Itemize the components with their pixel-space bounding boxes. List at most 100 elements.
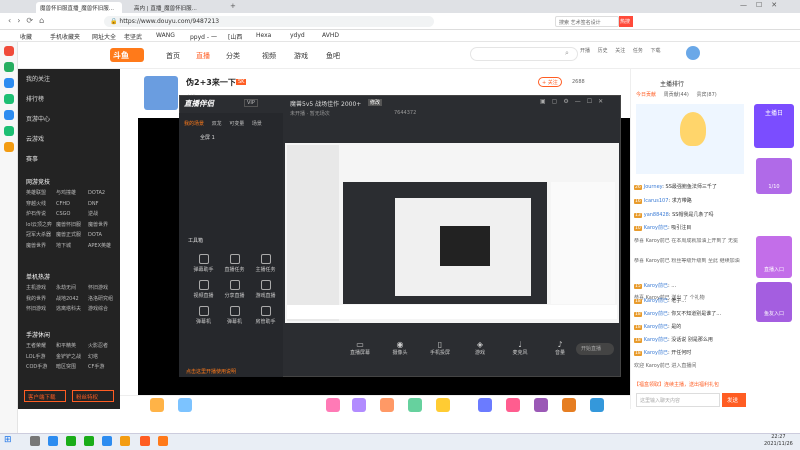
gift-icon[interactable] [380, 398, 394, 412]
phone-cast-button[interactable]: ▯ 手机投屏 [420, 340, 460, 356]
app-icon[interactable] [4, 78, 14, 88]
category-link[interactable]: 幻塔 [88, 354, 98, 360]
chat-user[interactable]: yan88428 [644, 212, 669, 218]
gift-icon[interactable] [178, 398, 192, 412]
follow-button[interactable]: + 关注 [538, 77, 562, 87]
chat-user[interactable]: Karoy前已 [644, 311, 668, 317]
system-clock[interactable]: 22:27 2021/11/26 [764, 434, 793, 448]
category-link[interactable]: DNF [88, 201, 98, 207]
bookmark-item[interactable]: 手机收藏夹 [50, 32, 80, 41]
app-icon[interactable] [4, 110, 14, 120]
category-link[interactable]: 地下城 [56, 241, 88, 252]
tool-tile[interactable]: 弹幕助手 [188, 252, 219, 278]
progress-promo[interactable]: 1/10 [756, 158, 792, 194]
category-link[interactable]: 逃离塔科夫 [56, 304, 88, 315]
category-link[interactable]: 逆战 [88, 211, 98, 217]
tool-tile[interactable]: 视频直播 [188, 278, 219, 304]
douyu-taskbar-icon[interactable] [140, 436, 150, 446]
bookmark-item[interactable]: [山西 [228, 32, 242, 41]
start-stream-button[interactable]: 开始直播 [576, 343, 614, 355]
nav-home[interactable]: 首页 [166, 51, 180, 61]
app-taskbar-icon[interactable] [102, 436, 112, 446]
tool-tile[interactable]: 主播任务 [250, 252, 281, 278]
category-link[interactable]: 永劫无间 [56, 283, 88, 294]
scene-tab[interactable]: 场景 [252, 121, 262, 127]
gift-icon[interactable] [436, 398, 450, 412]
chat-user[interactable]: Karoy前已 [644, 350, 668, 356]
anchor-day-promo[interactable]: 主播日 [754, 104, 794, 148]
gift-icon[interactable] [590, 398, 604, 412]
sidebar-item-ranking[interactable]: 排行榜 [26, 94, 44, 103]
category-link[interactable]: 炉石传说 [26, 209, 56, 220]
search-button[interactable]: 热搜 [619, 16, 633, 27]
anchor-avatar[interactable] [144, 76, 178, 110]
action-download[interactable]: 下载 [650, 48, 660, 54]
new-tab-button[interactable]: + [230, 2, 236, 10]
category-link[interactable]: 英雄联盟 [26, 188, 56, 199]
tool-tile[interactable]: 分享直播 [219, 278, 250, 304]
sidebar-item-match[interactable]: 赛事 [26, 154, 38, 163]
category-link[interactable]: lol云顶之弈 [26, 220, 56, 231]
bookmark-item[interactable]: ppyd - 一 [190, 32, 217, 41]
url-field[interactable]: 🔒 https://www.douyu.com/9487213 [104, 16, 434, 27]
category-link[interactable]: CSGO [56, 209, 88, 220]
gift-icon[interactable] [150, 398, 164, 412]
category-link[interactable]: 魔兽正式服 [56, 230, 88, 241]
tool-tile[interactable]: 游戏直播 [250, 278, 281, 304]
app-icon[interactable] [4, 126, 14, 136]
sidebar-item-webgame[interactable]: 页游中心 [26, 114, 50, 123]
app-icon[interactable] [4, 94, 14, 104]
category-link[interactable]: 魔兽世界 [26, 241, 56, 252]
chat-user[interactable]: 欢迎 Karoy前已 [634, 363, 670, 369]
scene-tab[interactable]: 我的场景 [184, 121, 204, 127]
douyu-logo[interactable]: 斗鱼 [110, 48, 144, 62]
volume-button[interactable]: ♪ 音量 [540, 340, 580, 356]
app-icon[interactable] [4, 142, 14, 152]
nav-buttons[interactable]: ‹›⟳⌂ [8, 16, 50, 25]
chat-input[interactable]: 这里输入聊天内容 [636, 393, 720, 407]
category-link[interactable]: CF手游 [88, 364, 104, 370]
fan-entrance-promo[interactable]: 鱼友入口 [756, 282, 792, 322]
contribution-tab[interactable]: 贵宾(87) [696, 92, 716, 98]
tool-tile[interactable]: 房管助手 [250, 304, 281, 330]
edit-title-button[interactable]: 修改 [368, 99, 383, 106]
action-follow[interactable]: 关注 [615, 48, 625, 54]
chat-user[interactable]: 恭喜 Karoy前已 [634, 258, 670, 264]
window-controls[interactable]: —☐✕ [740, 1, 786, 9]
chat-user[interactable]: Karoy前已 [644, 298, 668, 304]
category-link[interactable]: 和平精英 [56, 341, 88, 352]
nav-yuba[interactable]: 鱼吧 [326, 51, 340, 61]
category-link[interactable]: LOL手游 [26, 352, 56, 363]
category-link[interactable]: 怀旧游戏 [26, 304, 56, 315]
nav-game[interactable]: 游戏 [294, 51, 308, 61]
chat-user[interactable]: Journey [644, 184, 663, 190]
scene-tab[interactable]: 双龙 [212, 121, 222, 127]
category-link[interactable]: 游戏综合 [88, 306, 108, 312]
gift-icon[interactable] [534, 398, 548, 412]
live-entrance-promo[interactable]: 直播入口 [756, 236, 792, 278]
sidebar-item-following[interactable]: 我的关注 [26, 74, 50, 83]
scene-source-item[interactable]: 全屏 1 [200, 134, 215, 141]
tool-tile[interactable]: 直播任务 [219, 252, 250, 278]
gift-icon[interactable] [506, 398, 520, 412]
bookmark-item[interactable]: 老坚武 [124, 32, 142, 41]
avatar[interactable] [686, 46, 700, 60]
app-icon[interactable] [4, 46, 14, 56]
assistant-bottom-tip[interactable]: 点击这里开播使用说明 [186, 368, 236, 375]
category-link[interactable]: APEX英雄 [88, 243, 111, 249]
action-task[interactable]: 任务 [633, 48, 643, 54]
microphone-button[interactable]: ♩ 麦克风 [500, 340, 540, 356]
chat-user[interactable]: Icarus107 [644, 198, 669, 204]
sidebar-item-cloud[interactable]: 云游戏 [26, 134, 44, 143]
assistant-taskbar-icon[interactable] [158, 436, 168, 446]
assistant-window-controls[interactable]: ▣▢⚙—☐✕ [540, 98, 609, 105]
category-link[interactable]: 火影忍者 [88, 343, 108, 349]
scene-tab[interactable]: 可变量 [229, 121, 244, 127]
category-link[interactable]: 暗区突围 [56, 362, 88, 373]
chat-user[interactable]: Karoy前已 [644, 337, 668, 343]
bookmark-item[interactable]: 收藏 [20, 32, 32, 41]
category-link[interactable]: DOTA2 [88, 190, 105, 196]
browser-taskbar-icon[interactable] [48, 436, 58, 446]
action-start[interactable]: 开播 [580, 48, 590, 54]
site-search[interactable] [470, 47, 578, 61]
